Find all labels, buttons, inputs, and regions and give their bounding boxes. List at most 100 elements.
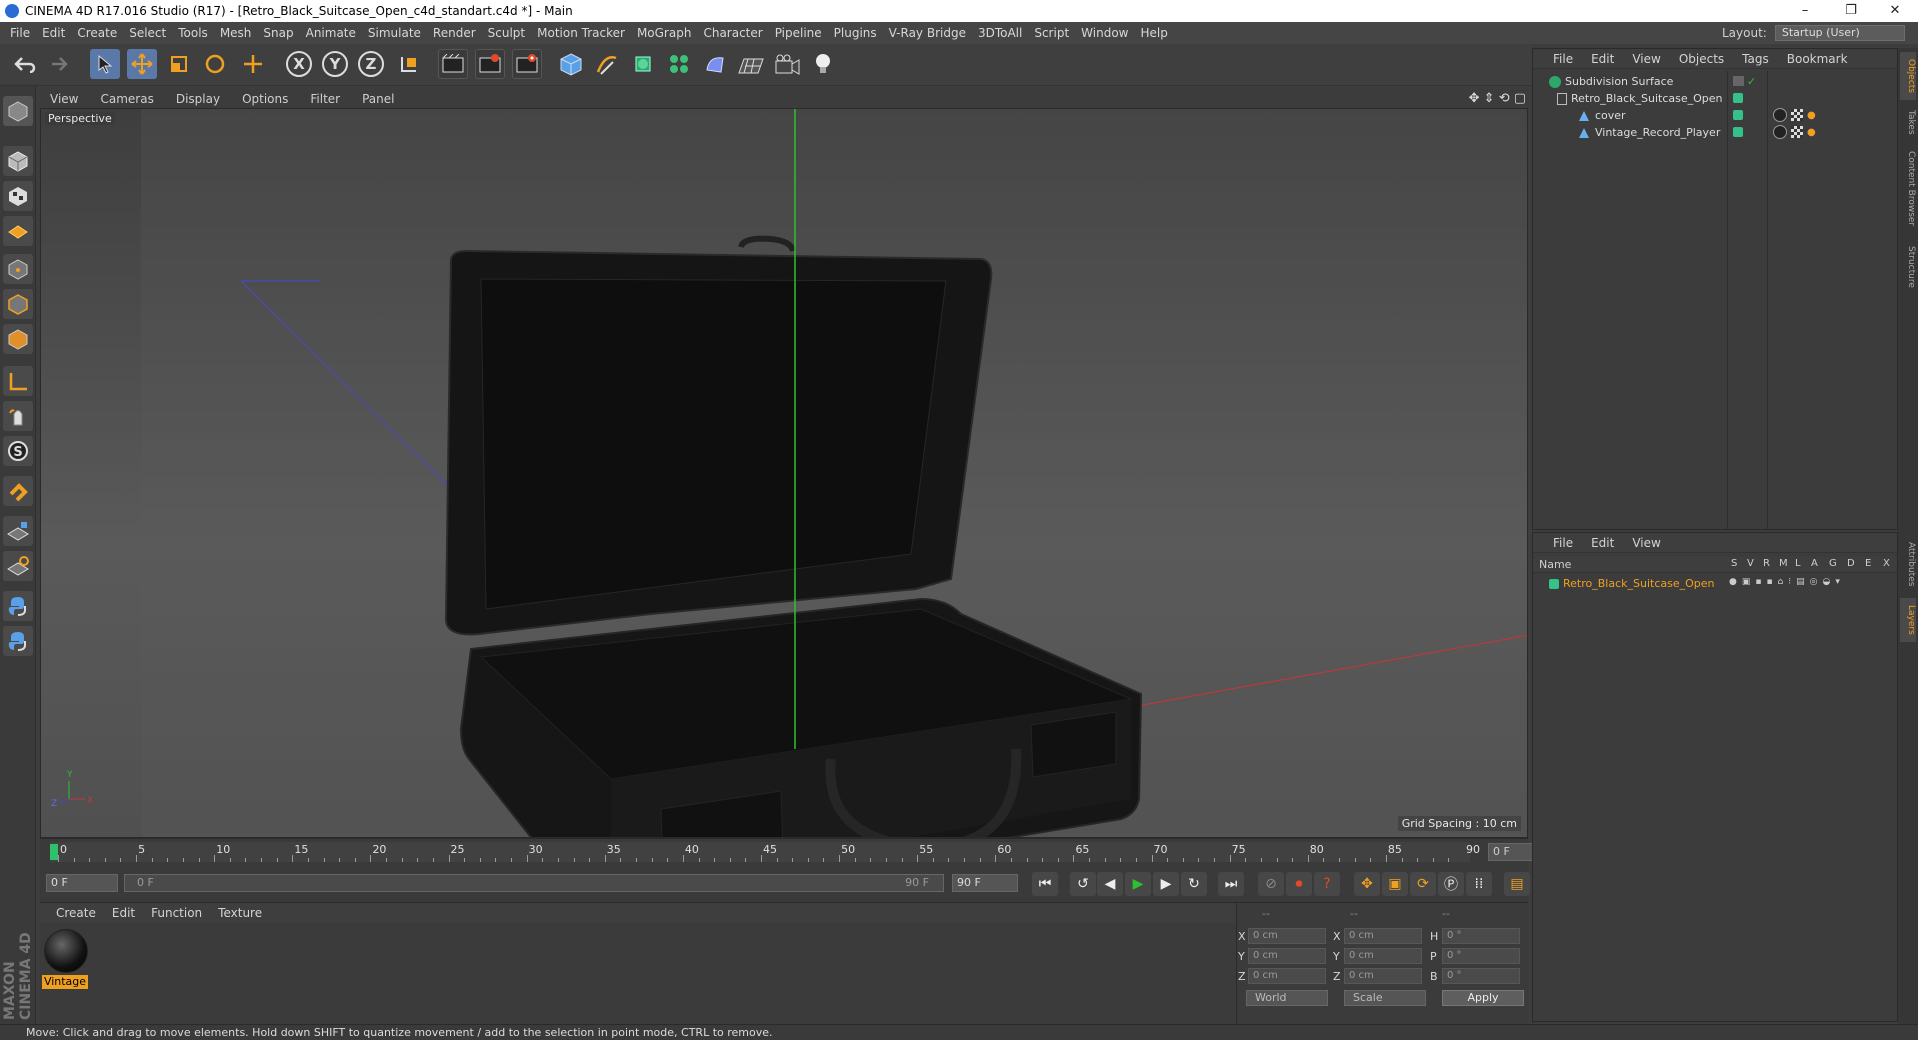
uvw-tag-icon[interactable] — [1791, 126, 1803, 138]
y-axis-lock[interactable]: Y — [320, 49, 350, 79]
material-menu-create[interactable]: Create — [56, 906, 96, 920]
move-tool-icon[interactable] — [127, 49, 157, 79]
solo-mode-icon[interactable]: S — [3, 436, 33, 466]
material-tag-icon[interactable] — [1773, 108, 1787, 122]
object-menu-bookmark[interactable]: Bookmark — [1787, 52, 1848, 66]
next-key-icon[interactable]: ↻ — [1181, 872, 1207, 896]
viewport-menu-view[interactable]: View — [50, 92, 78, 106]
phong-tag-icon[interactable]: ● — [1807, 127, 1816, 138]
menu-tools[interactable]: Tools — [178, 26, 208, 40]
menu-character[interactable]: Character — [703, 26, 762, 40]
tree-item-vintage-record-player[interactable]: Vintage_Record_Player — [1569, 124, 1720, 141]
layer-color-swatch[interactable] — [1549, 579, 1559, 589]
layer-menu-edit[interactable]: Edit — [1591, 536, 1614, 550]
camera-icon[interactable] — [772, 49, 802, 79]
end-frame-field[interactable]: 90 F — [952, 874, 1018, 892]
object-menu-objects[interactable]: Objects — [1679, 52, 1724, 66]
cube-primitive-icon[interactable] — [556, 49, 586, 79]
key-rotation-icon[interactable]: ⟳ — [1410, 872, 1436, 896]
key-scale-icon[interactable]: ▣ — [1382, 872, 1408, 896]
object-menu-view[interactable]: View — [1632, 52, 1660, 66]
rotation-h-field[interactable]: 0 ° — [1442, 928, 1520, 944]
side-tab-content-browser[interactable]: Content Browser — [1900, 144, 1916, 234]
viewport-menu-filter[interactable]: Filter — [310, 92, 340, 106]
edges-mode-icon[interactable] — [3, 289, 33, 319]
layer-menu-view[interactable]: View — [1632, 536, 1660, 550]
menu-plugins[interactable]: Plugins — [834, 26, 877, 40]
menu-snap[interactable]: Snap — [263, 26, 293, 40]
layer-col-render[interactable]: R — [1763, 558, 1770, 569]
material-menu-texture[interactable]: Texture — [218, 906, 262, 920]
viewport-menu-panel[interactable]: Panel — [362, 92, 394, 106]
coordinate-system-icon[interactable] — [394, 49, 424, 79]
layer-col-animation[interactable]: A — [1811, 558, 1818, 569]
snap-magnet-icon[interactable] — [3, 476, 33, 506]
key-pla-icon[interactable]: ⁞⁞ — [1466, 872, 1492, 896]
size-x-field[interactable]: 0 cm — [1344, 928, 1422, 944]
points-mode-icon[interactable] — [3, 254, 33, 284]
layer-toggle-icons[interactable]: ●▣▪▪⌂⁝▤◎◒▾ — [1729, 577, 1893, 589]
go-to-end-icon[interactable]: ⏭ — [1218, 872, 1244, 896]
next-frame-icon[interactable]: ▶ — [1153, 872, 1179, 896]
object-menu-file[interactable]: File — [1553, 52, 1573, 66]
position-z-field[interactable]: 0 cm — [1248, 968, 1326, 984]
phong-tag-icon[interactable]: ● — [1807, 110, 1816, 121]
model-mode-icon[interactable] — [3, 146, 33, 176]
layer-color-dot[interactable] — [1733, 127, 1743, 137]
layer-col-solo[interactable]: S — [1731, 558, 1737, 569]
layer-col-generators[interactable]: G — [1829, 558, 1837, 569]
make-editable-icon[interactable] — [3, 96, 33, 126]
layer-col-deformers[interactable]: D — [1847, 558, 1855, 569]
floor-icon[interactable] — [736, 49, 766, 79]
menu-animate[interactable]: Animate — [306, 26, 356, 40]
light-icon[interactable] — [808, 49, 838, 79]
render-settings-icon[interactable] — [512, 49, 542, 79]
uvw-tag-icon[interactable] — [1791, 109, 1803, 121]
menu-motion-tracker[interactable]: Motion Tracker — [537, 26, 625, 40]
render-view-icon[interactable] — [438, 49, 468, 79]
rotate-tool-icon[interactable] — [200, 49, 230, 79]
layer-menu-file[interactable]: File — [1553, 536, 1573, 550]
side-tab-objects[interactable]: Objects — [1900, 52, 1916, 100]
viewport-menu-options[interactable]: Options — [242, 92, 288, 106]
position-x-field[interactable]: 0 cm — [1248, 928, 1326, 944]
apply-button[interactable]: Apply — [1442, 990, 1524, 1006]
side-tab-takes[interactable]: Takes — [1900, 104, 1916, 140]
previous-frame-icon[interactable]: ◀ — [1097, 872, 1123, 896]
side-tab-attributes[interactable]: Attributes — [1900, 534, 1916, 594]
redo-icon[interactable] — [42, 49, 72, 79]
size-z-field[interactable]: 0 cm — [1344, 968, 1422, 984]
size-mode-dropdown[interactable]: Scale — [1344, 990, 1426, 1006]
timeline-playhead[interactable] — [50, 844, 58, 860]
z-axis-lock[interactable]: Z — [356, 49, 386, 79]
record-active-icon[interactable]: ⏺ — [1286, 872, 1312, 896]
menu-mesh[interactable]: Mesh — [220, 26, 252, 40]
texture-mode-icon[interactable] — [3, 181, 33, 211]
menu-sculpt[interactable]: Sculpt — [488, 26, 525, 40]
viewport-navigation-icons[interactable]: ✥ ⇕ ⟲ ▢ — [1469, 91, 1526, 106]
axis-mode-icon[interactable] — [3, 366, 33, 396]
select-tool-icon[interactable] — [90, 49, 120, 79]
record-keys-disabled-icon[interactable]: ⊘ — [1258, 872, 1284, 896]
layout-dropdown[interactable]: Startup (User) — [1774, 25, 1905, 41]
menu-edit[interactable]: Edit — [42, 26, 65, 40]
side-tab-structure[interactable]: Structure — [1900, 240, 1916, 294]
layer-color-dot[interactable] — [1733, 93, 1743, 103]
tree-item-retro-black-suitcase-open[interactable]: Retro_Black_Suitcase_Open — [1547, 90, 1723, 107]
autokey-help-icon[interactable]: ? — [1314, 872, 1340, 896]
perspective-viewport[interactable]: Y X Z Perspective Grid Spacing : 10 cm — [40, 108, 1528, 838]
menu-script[interactable]: Script — [1034, 26, 1069, 40]
python-script-icon[interactable] — [3, 591, 33, 621]
undo-icon[interactable] — [10, 49, 40, 79]
maximize-button[interactable]: ❐ — [1828, 0, 1874, 22]
tree-item-cover[interactable]: cover — [1569, 107, 1626, 124]
material-tag-icon[interactable] — [1773, 125, 1787, 139]
spline-pen-icon[interactable] — [592, 49, 622, 79]
key-position-icon[interactable]: ✥ — [1354, 872, 1380, 896]
menu-pipeline[interactable]: Pipeline — [775, 26, 822, 40]
tweak-mode-icon[interactable] — [3, 401, 33, 431]
tree-item-subdivision-surface[interactable]: Subdivision Surface — [1537, 73, 1673, 90]
subdivision-surface-icon[interactable] — [628, 49, 658, 79]
layer-col-expressions[interactable]: E — [1865, 558, 1871, 569]
viewport-menu-display[interactable]: Display — [176, 92, 220, 106]
